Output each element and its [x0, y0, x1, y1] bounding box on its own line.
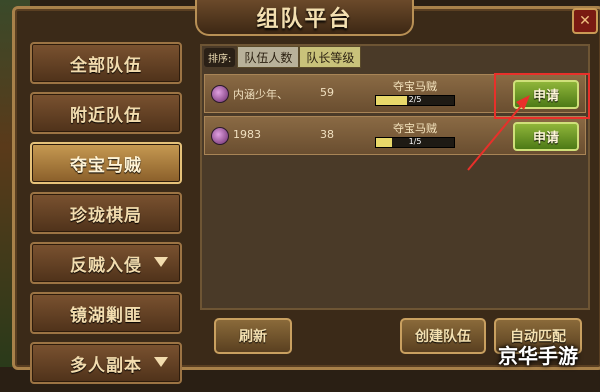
team-leader-name: 内涵少年、 — [233, 88, 288, 101]
sidebar-item-label: 多人副本 — [70, 355, 142, 376]
sidebar-item-nearby-teams[interactable]: 附近队伍 — [30, 92, 182, 134]
member-progress-bar: 2/5 — [375, 95, 455, 106]
team-row[interactable]: 1983 38 夺宝马贼 1/5 申请 — [204, 116, 586, 155]
sort-bar: 排序: 队伍人数 队长等级 — [204, 46, 362, 68]
sort-label: 排序: — [204, 47, 236, 67]
refresh-button[interactable]: 刷新 — [214, 318, 292, 354]
sidebar-item-label: 反贼入侵 — [70, 255, 142, 276]
team-activity: 夺宝马贼 — [393, 122, 437, 135]
sidebar-item-all-teams[interactable]: 全部队伍 — [30, 42, 182, 84]
team-leader-level: 59 — [320, 86, 334, 99]
window-title: 组队平台 — [256, 7, 353, 32]
sidebar-item-chess-game[interactable]: 珍珑棋局 — [30, 192, 182, 234]
gem-icon — [211, 127, 229, 145]
sidebar-item-label: 夺宝马贼 — [70, 155, 142, 176]
sort-by-leader-level[interactable]: 队长等级 — [299, 46, 362, 68]
sidebar-item-treasure-bandits[interactable]: 夺宝马贼 — [30, 142, 182, 184]
create-team-button[interactable]: 创建队伍 — [400, 318, 486, 354]
highlight-box — [494, 73, 590, 119]
member-count: 1/5 — [408, 137, 422, 146]
sidebar-item-label: 全部队伍 — [70, 55, 142, 76]
watermark-logo: 京华手游 — [498, 344, 578, 368]
close-icon[interactable]: ✕ — [572, 8, 598, 34]
sidebar-item-label: 镜湖剿匪 — [70, 305, 142, 326]
team-leader-level: 38 — [320, 128, 334, 141]
sort-by-member-count[interactable]: 队伍人数 — [237, 46, 300, 68]
team-leader-name: 1983 — [233, 128, 261, 141]
window-title-plate: 组队平台 — [195, 0, 414, 36]
category-sidebar: 全部队伍 附近队伍 夺宝马贼 珍珑棋局 反贼入侵 镜湖剿匪 多人副本 — [30, 42, 182, 392]
chevron-down-icon — [154, 257, 168, 267]
sidebar-item-multiplayer-dungeon[interactable]: 多人副本 — [30, 342, 182, 384]
sidebar-item-label: 附近队伍 — [70, 105, 142, 126]
sidebar-item-rebel-invasion[interactable]: 反贼入侵 — [30, 242, 182, 284]
member-count: 2/5 — [408, 95, 422, 104]
sidebar-item-label: 珍珑棋局 — [70, 205, 142, 226]
apply-button[interactable]: 申请 — [513, 122, 579, 151]
team-activity: 夺宝马贼 — [393, 80, 437, 93]
chevron-down-icon — [154, 357, 168, 367]
sidebar-item-mirror-lake[interactable]: 镜湖剿匪 — [30, 292, 182, 334]
gem-icon — [211, 85, 229, 103]
member-progress-bar: 1/5 — [375, 137, 455, 148]
